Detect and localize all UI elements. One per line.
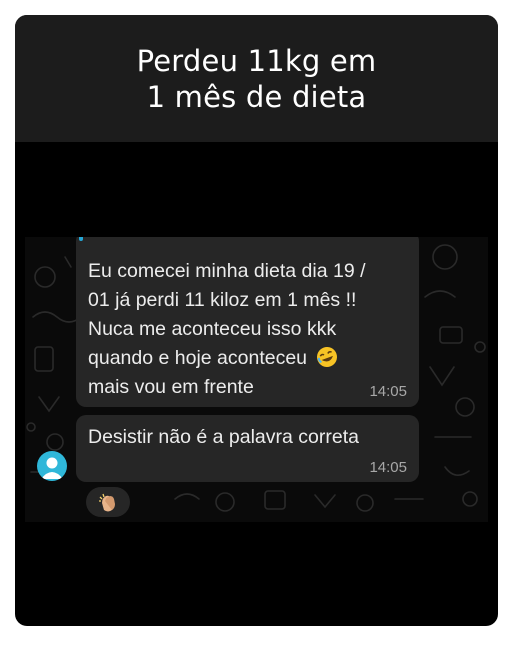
message-bubble: Eu comecei minha dieta dia 19 / 01 já pe…: [76, 237, 419, 407]
message-bubble: Desistir não é a palavra correta 14:05: [76, 415, 419, 482]
message-time: 14:05: [369, 459, 407, 476]
card-header: Perdeu 11kg em 1 mês de dieta: [15, 15, 498, 142]
message-text: Desistir não é a palavra correta: [88, 426, 359, 448]
reply-indicator: [79, 237, 83, 241]
avatar[interactable]: [37, 451, 67, 481]
clapping-hands-icon: [99, 493, 115, 512]
message-reaction[interactable]: [86, 487, 130, 517]
message-text: Eu comecei minha dieta dia 19 / 01 já pe…: [88, 257, 413, 402]
laughing-emoji-icon: [317, 347, 338, 367]
user-silhouette-icon: [41, 457, 63, 479]
message-time: 14:05: [369, 383, 407, 400]
message-text-tail: mais vou em frente: [88, 376, 254, 398]
card-title: Perdeu 11kg em 1 mês de dieta: [136, 43, 377, 114]
chat-screenshot: Eu comecei minha dieta dia 19 / 01 já pe…: [25, 237, 488, 522]
testimonial-card: Perdeu 11kg em 1 mês de dieta Eu comecei…: [15, 15, 498, 626]
